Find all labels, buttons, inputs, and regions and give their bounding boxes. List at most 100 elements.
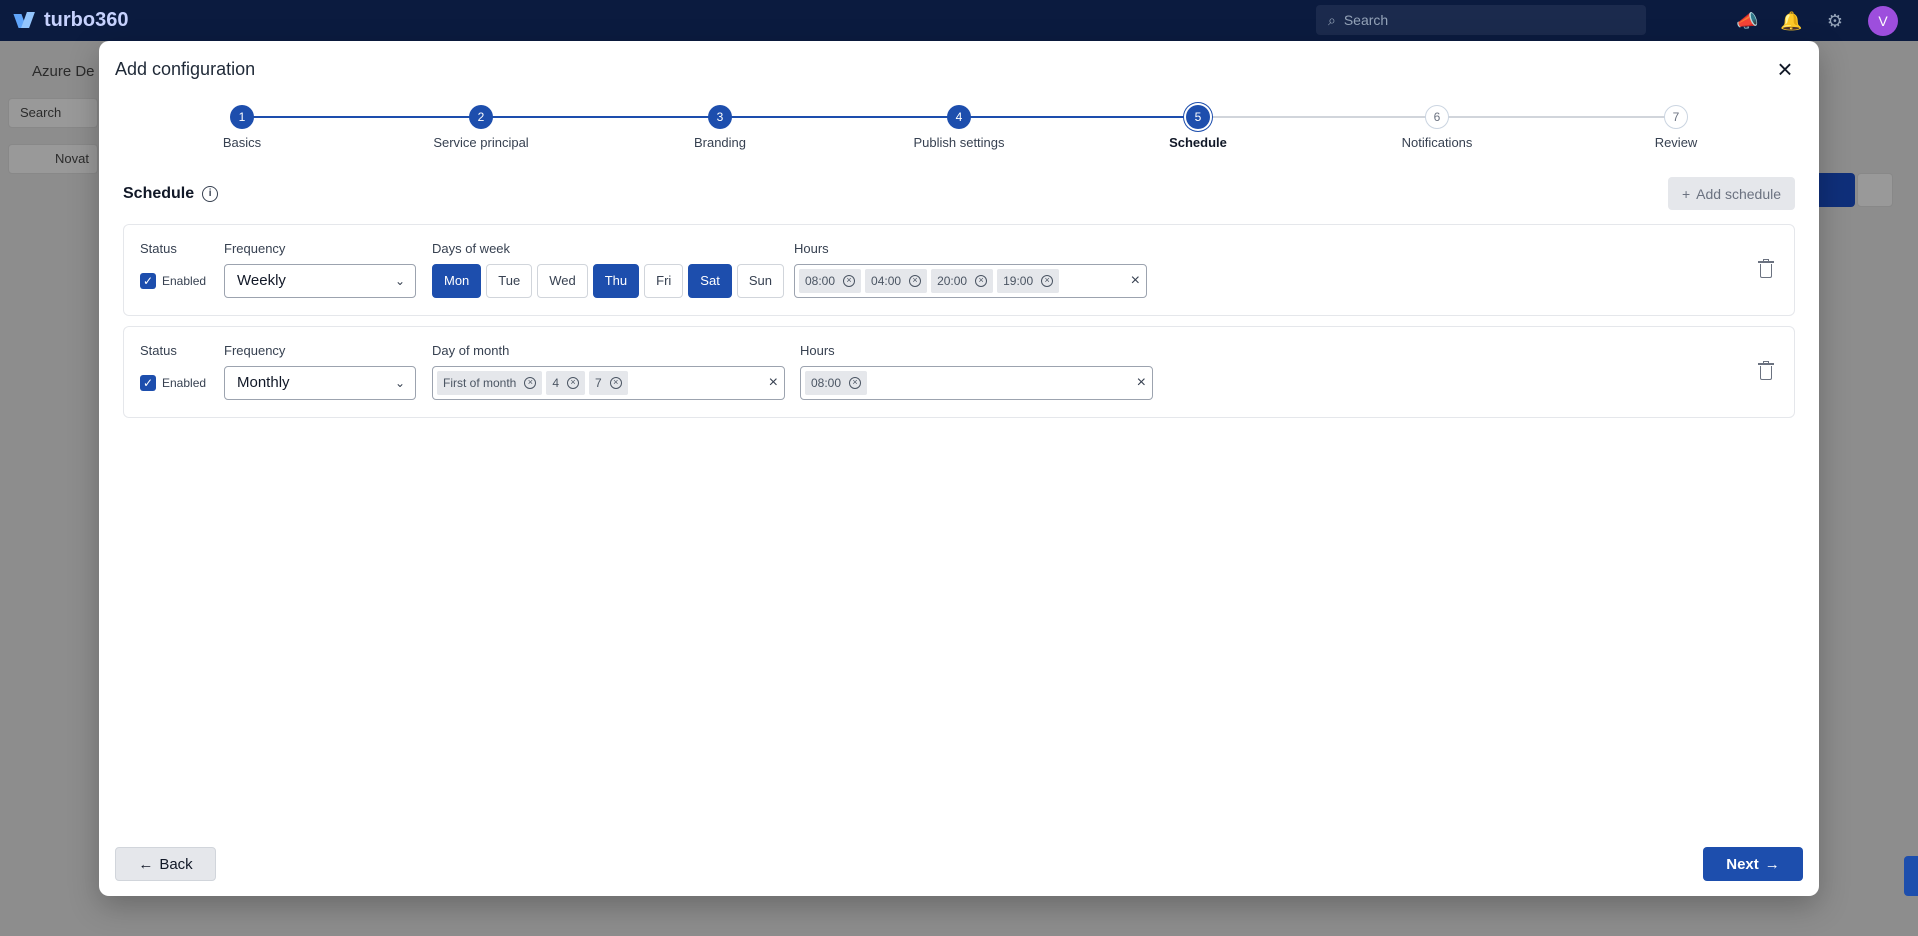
chevron-down-icon: ⌄ <box>394 274 405 288</box>
top-bar: turbo360 ⌕ Search 📣 🔔 ⚙ V <box>0 0 1918 41</box>
checkmark-icon: ✓ <box>140 273 156 289</box>
day-toggle-tue[interactable]: Tue <box>486 264 533 298</box>
announcement-icon[interactable]: 📣 <box>1736 10 1758 32</box>
search-icon: ⌕ <box>1328 11 1336 28</box>
background-panel-title: Azure De <box>32 63 95 80</box>
hour-chip: 04:00 × <box>865 269 928 293</box>
next-button[interactable]: Next → <box>1703 847 1803 881</box>
hours-label: Hours <box>800 343 835 358</box>
avatar[interactable]: V <box>1868 6 1898 36</box>
trash-icon[interactable] <box>1758 259 1774 279</box>
clear-all-icon[interactable]: × <box>1137 372 1146 394</box>
bell-icon[interactable]: 🔔 <box>1780 10 1802 32</box>
hour-chip: 08:00 × <box>805 371 868 395</box>
step-review[interactable]: 7 Review <box>1586 105 1766 150</box>
global-search-input[interactable]: ⌕ Search <box>1316 5 1646 35</box>
days-of-week-toggle-group: Mon Tue Wed Thu Fri Sat Sun <box>432 264 784 298</box>
step-publish-settings[interactable]: 4 Publish settings <box>869 105 1049 150</box>
day-of-month-multiselect[interactable]: First of month × 4 × 7 × × <box>432 366 785 400</box>
clear-all-icon[interactable]: × <box>1131 270 1140 292</box>
section-title-text: Schedule <box>123 185 195 202</box>
enabled-checkbox[interactable]: ✓ Enabled <box>140 273 206 289</box>
plus-icon: + <box>1681 185 1691 202</box>
enabled-checkbox[interactable]: ✓ Enabled <box>140 375 206 391</box>
step-service-principal[interactable]: 2 Service principal <box>391 105 571 150</box>
remove-chip-icon[interactable]: × <box>524 377 537 389</box>
chip-label: 19:00 <box>1003 274 1034 288</box>
back-button[interactable]: ← Back <box>115 847 216 881</box>
background-action-button <box>1815 173 1855 207</box>
remove-chip-icon[interactable]: × <box>1041 275 1054 287</box>
chip-label: 08:00 <box>805 274 836 288</box>
gear-icon[interactable]: ⚙ <box>1824 10 1846 32</box>
step-number: 1 <box>230 105 254 129</box>
remove-chip-icon[interactable]: × <box>975 275 988 287</box>
step-number: 4 <box>947 105 971 129</box>
frequency-label: Frequency <box>224 343 286 358</box>
remove-chip-icon[interactable]: × <box>843 275 856 287</box>
step-number: 3 <box>708 105 732 129</box>
remove-chip-icon[interactable]: × <box>567 377 580 389</box>
hours-label: Hours <box>794 241 829 256</box>
hours-multiselect[interactable]: 08:00 × × <box>800 366 1153 400</box>
hour-chip: 20:00 × <box>931 269 994 293</box>
enabled-label: Enabled <box>162 274 207 288</box>
chevron-down-icon: ⌄ <box>394 376 405 390</box>
remove-chip-icon[interactable]: × <box>609 377 622 389</box>
next-label: Next <box>1726 855 1759 873</box>
frequency-select[interactable]: Weekly ⌄ <box>224 264 416 298</box>
step-schedule[interactable]: 5 Schedule <box>1108 105 1288 150</box>
add-schedule-button[interactable]: + Add schedule <box>1667 177 1795 210</box>
info-icon[interactable]: i <box>202 186 219 202</box>
chip-label: 7 <box>595 376 602 390</box>
step-label: Schedule <box>1169 135 1227 150</box>
month-day-chip: First of month × <box>437 371 543 395</box>
step-label: Basics <box>222 135 262 150</box>
clear-all-icon[interactable]: × <box>769 372 778 394</box>
day-toggle-fri[interactable]: Fri <box>644 264 684 298</box>
step-number: 6 <box>1425 105 1449 129</box>
step-basics[interactable]: 1 Basics <box>152 105 332 150</box>
day-toggle-wed[interactable]: Wed <box>537 264 588 298</box>
step-notifications[interactable]: 6 Notifications <box>1347 105 1527 150</box>
days-of-week-label: Days of week <box>432 241 511 256</box>
frequency-label: Frequency <box>224 241 286 256</box>
day-toggle-sat[interactable]: Sat <box>688 264 732 298</box>
hour-chip: 19:00 × <box>997 269 1060 293</box>
hour-chip: 08:00 × <box>799 269 862 293</box>
checkmark-icon: ✓ <box>140 375 156 391</box>
day-toggle-sun[interactable]: Sun <box>736 264 784 298</box>
feedback-side-tab[interactable] <box>1904 856 1918 896</box>
chip-label: 04:00 <box>871 274 902 288</box>
step-label: Service principal <box>433 135 529 150</box>
status-label: Status <box>140 343 177 358</box>
step-number: 7 <box>1664 105 1688 129</box>
day-of-month-label: Day of month <box>432 343 510 358</box>
close-icon[interactable]: × <box>1771 55 1799 83</box>
trash-icon[interactable] <box>1758 361 1774 381</box>
month-day-chip: 7 × <box>589 371 628 395</box>
frequency-select[interactable]: Monthly ⌄ <box>224 366 416 400</box>
hours-multiselect[interactable]: 08:00 × 04:00 × 20:00 × 19:00 × × <box>794 264 1147 298</box>
chip-label: First of month <box>443 376 517 390</box>
background-tree-item-label: Novat <box>55 151 89 166</box>
step-label: Branding <box>693 135 747 150</box>
enabled-label: Enabled <box>162 376 207 390</box>
brand-logo[interactable]: turbo360 <box>14 9 128 32</box>
add-schedule-label: Add schedule <box>1696 185 1781 202</box>
day-toggle-mon[interactable]: Mon <box>432 264 482 298</box>
remove-chip-icon[interactable]: × <box>849 377 862 389</box>
day-toggle-thu[interactable]: Thu <box>592 264 640 298</box>
add-configuration-dialog: Add configuration × 1 Basics 2 Service p… <box>99 41 1819 896</box>
frequency-value: Weekly <box>237 272 286 289</box>
remove-chip-icon[interactable]: × <box>909 275 922 287</box>
background-refresh-button <box>1857 173 1893 207</box>
dialog-title: Add configuration <box>115 59 256 79</box>
step-branding[interactable]: 3 Branding <box>630 105 810 150</box>
global-search-placeholder: Search <box>1343 12 1389 28</box>
chip-label: 4 <box>552 376 560 390</box>
month-day-chip: 4 × <box>546 371 586 395</box>
status-label: Status <box>140 241 177 256</box>
chip-label: 20:00 <box>937 274 968 288</box>
back-label: Back <box>159 855 193 873</box>
